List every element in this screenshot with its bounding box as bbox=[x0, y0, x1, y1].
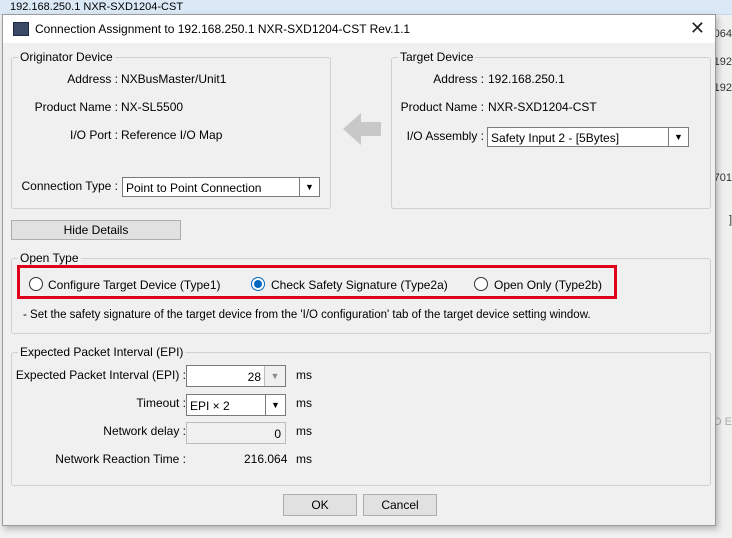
target-legend: Target Device bbox=[398, 50, 476, 64]
hide-details-button[interactable]: Hide Details bbox=[11, 220, 181, 240]
connection-type-value: Point to Point Connection bbox=[126, 181, 262, 195]
network-delay-unit: ms bbox=[296, 424, 312, 438]
reaction-time-label: Network Reaction Time : bbox=[55, 452, 186, 466]
epi-label: Expected Packet Interval (EPI) : bbox=[15, 368, 186, 382]
timeout-select[interactable]: EPI × 2 ▼ bbox=[186, 394, 286, 416]
epi-legend: Expected Packet Interval (EPI) bbox=[18, 345, 186, 359]
target-product-value: NXR-SXD1204-CST bbox=[488, 100, 597, 114]
arrow-left-icon bbox=[343, 113, 381, 145]
network-delay-value: 0 bbox=[274, 427, 281, 441]
background-fragment: 701 bbox=[713, 172, 732, 184]
open-type-note: - Set the safety signature of the target… bbox=[23, 309, 591, 321]
reaction-time-unit: ms bbox=[296, 452, 312, 466]
cancel-button[interactable]: Cancel bbox=[363, 494, 437, 516]
dialog-titlebar: Connection Assignment to 192.168.250.1 N… bbox=[3, 15, 715, 43]
originator-product-value: NX-SL5500 bbox=[121, 100, 184, 114]
connection-type-select[interactable]: Point to Point Connection ▼ bbox=[122, 177, 320, 197]
chevron-down-icon[interactable]: ▼ bbox=[668, 128, 688, 146]
network-delay-label: Network delay : bbox=[103, 424, 186, 438]
app-icon bbox=[13, 22, 29, 36]
open-type-legend: Open Type bbox=[18, 251, 81, 265]
originator-io-port-label: I/O Port : bbox=[69, 128, 118, 142]
target-address-label: Address : bbox=[433, 72, 484, 86]
background-fragment: 064 bbox=[713, 28, 732, 40]
originator-device-group: Originator Device Address : NXBusMaster/… bbox=[11, 50, 331, 209]
io-assembly-select[interactable]: Safety Input 2 - [5Bytes] ▼ bbox=[487, 127, 689, 147]
close-icon[interactable]: ✕ bbox=[690, 18, 705, 38]
chevron-down-icon[interactable]: ▼ bbox=[265, 395, 285, 415]
chevron-down-icon[interactable]: ▼ bbox=[264, 366, 285, 386]
originator-product-label: Product Name : bbox=[34, 100, 118, 114]
timeout-value: EPI × 2 bbox=[190, 399, 230, 413]
epi-spinbox[interactable]: 28 ▼ bbox=[186, 365, 286, 387]
background-title-text: 192.168.250.1 NXR-SXD1204-CST bbox=[10, 1, 184, 13]
io-assembly-label: I/O Assembly : bbox=[406, 129, 484, 143]
originator-address-label: Address : bbox=[67, 72, 118, 86]
timeout-unit: ms bbox=[296, 396, 312, 410]
dialog-title: Connection Assignment to 192.168.250.1 N… bbox=[35, 22, 411, 36]
network-delay-field: 0 bbox=[186, 422, 286, 444]
io-assembly-value: Safety Input 2 - [5Bytes] bbox=[491, 131, 620, 145]
chevron-down-icon[interactable]: ▼ bbox=[299, 178, 319, 196]
background-window-title: 192.168.250.1 NXR-SXD1204-CST bbox=[0, 0, 732, 15]
connection-type-label: Connection Type : bbox=[21, 179, 118, 193]
ok-button[interactable]: OK bbox=[283, 494, 357, 516]
originator-io-port-value: Reference I/O Map bbox=[121, 128, 223, 142]
timeout-label: Timeout : bbox=[136, 396, 186, 410]
highlight-box bbox=[17, 265, 617, 299]
target-address-value: 192.168.250.1 bbox=[488, 72, 565, 86]
target-device-group: Target Device Address : 192.168.250.1 Pr… bbox=[391, 50, 711, 209]
epi-value: 28 bbox=[247, 370, 261, 384]
background-fragment: 192 bbox=[713, 56, 732, 68]
connection-assignment-dialog: Connection Assignment to 192.168.250.1 N… bbox=[2, 14, 716, 526]
target-product-label: Product Name : bbox=[400, 100, 484, 114]
reaction-time-value: 216.064 bbox=[244, 452, 288, 466]
background-fragment: 192 bbox=[713, 82, 732, 94]
epi-group: Expected Packet Interval (EPI) Expected … bbox=[11, 345, 711, 486]
background-fragment: D E bbox=[713, 416, 732, 428]
originator-legend: Originator Device bbox=[18, 50, 115, 64]
originator-address-value: NXBusMaster/Unit1 bbox=[121, 72, 227, 86]
epi-unit: ms bbox=[296, 368, 312, 382]
